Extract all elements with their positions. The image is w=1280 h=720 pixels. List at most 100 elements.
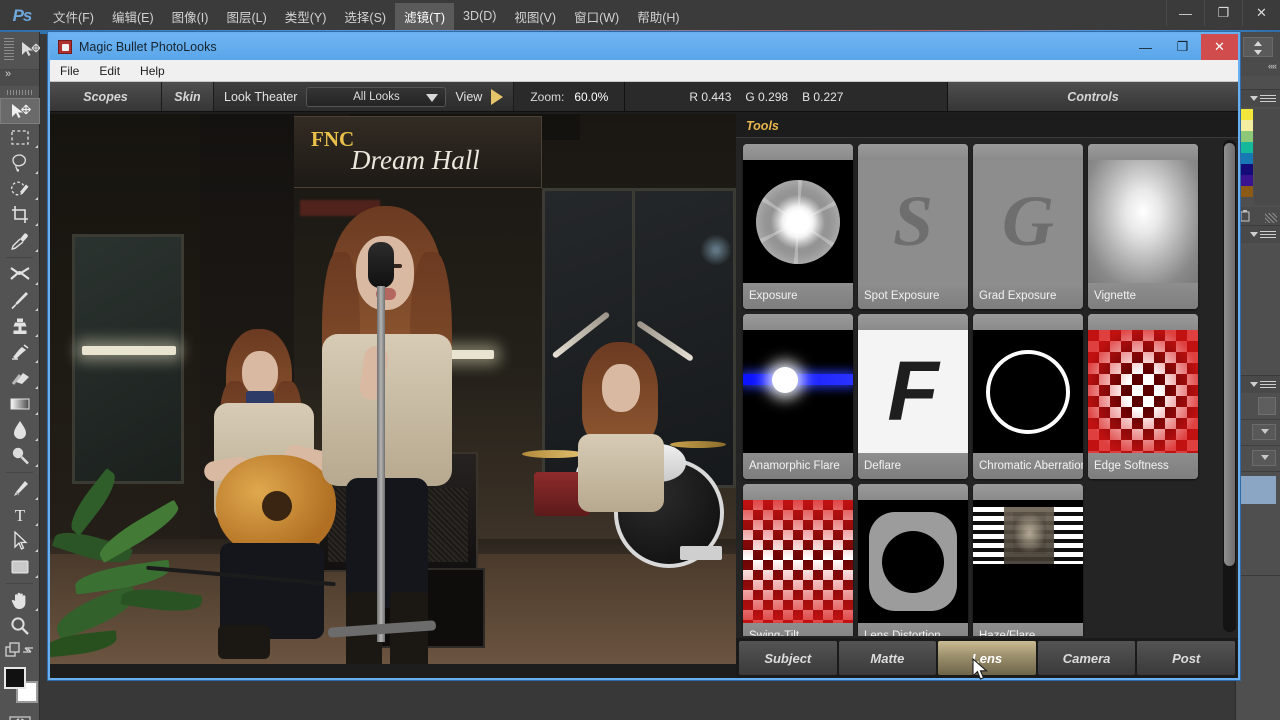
- dodge-tool[interactable]: [0, 443, 40, 469]
- type-tool[interactable]: T: [0, 502, 40, 528]
- move-tool[interactable]: [0, 98, 40, 124]
- foreground-color-swatch[interactable]: [4, 667, 26, 689]
- history-brush-tool[interactable]: [0, 339, 40, 365]
- scopes-button[interactable]: Scopes: [50, 82, 162, 111]
- layers-panel[interactable]: [1236, 376, 1280, 576]
- toolbar-grip[interactable]: [0, 86, 39, 98]
- photolooks-maximize-button[interactable]: ❐: [1164, 34, 1201, 60]
- svg-text:T: T: [15, 506, 26, 524]
- eyedropper-tool[interactable]: [0, 228, 40, 254]
- zoom-value: 60.0%: [574, 89, 609, 104]
- tile-thumbnail: [1088, 330, 1198, 453]
- ps-menu-item-7[interactable]: 3D(D): [454, 5, 505, 27]
- panels-collapse-button[interactable]: [1236, 61, 1280, 76]
- menu-file[interactable]: File: [50, 62, 89, 80]
- ps-menu-item-6[interactable]: 滤镜(T): [395, 2, 455, 30]
- brush-tool[interactable]: [0, 287, 40, 313]
- layer-row-1[interactable]: [1236, 419, 1280, 445]
- ps-close-button[interactable]: ✕: [1242, 0, 1280, 26]
- swatches-strip[interactable]: [1236, 107, 1280, 207]
- ps-maximize-button[interactable]: ❐: [1204, 0, 1242, 26]
- tab-camera[interactable]: Camera: [1037, 641, 1136, 675]
- color-panel[interactable]: [1236, 90, 1280, 226]
- skin-button[interactable]: Skin: [162, 82, 214, 111]
- tool-tile-chromatic-aberration[interactable]: Chromatic Aberration: [973, 314, 1083, 479]
- screen: Ps 文件(F) 编辑(E) 图像(I) 图层(L) 类型(Y) 选择(S) 滤镜(T) 3D…: [0, 0, 1280, 720]
- image-preview[interactable]: FNC Dream Hall: [50, 114, 736, 664]
- ps-menu-item-0[interactable]: 文件(F): [44, 3, 103, 30]
- ps-menu-item-10[interactable]: 帮助(H): [628, 3, 688, 30]
- play-triangle-icon[interactable]: [491, 88, 504, 105]
- menu-edit[interactable]: Edit: [89, 62, 130, 80]
- tab-post[interactable]: Post: [1137, 641, 1235, 675]
- adjustments-panel-header[interactable]: [1236, 226, 1280, 243]
- ps-menu-item-1[interactable]: 编辑(E): [103, 3, 163, 30]
- tile-label: Anamorphic Flare: [743, 453, 853, 479]
- adjustments-panel[interactable]: [1236, 226, 1280, 376]
- tools-panel-title: Tools: [746, 118, 779, 133]
- ps-menu-item-3[interactable]: 图层(L): [217, 3, 275, 30]
- zoom-label: Zoom:: [530, 89, 565, 104]
- panel-stepper[interactable]: [1236, 32, 1280, 62]
- tools-scrollbar[interactable]: [1223, 140, 1236, 632]
- menu-help[interactable]: Help: [130, 62, 175, 80]
- tool-tile-vignette[interactable]: Vignette: [1088, 144, 1198, 309]
- tool-tile-haze-flare[interactable]: Haze/Flare: [973, 484, 1083, 636]
- rgb-readout: R 0.443 G 0.298 B 0.227: [625, 82, 948, 111]
- photolooks-titlebar[interactable]: Magic Bullet PhotoLooks — ❐ ✕: [50, 34, 1238, 60]
- layer-row-2[interactable]: [1236, 445, 1280, 471]
- microphone: [368, 242, 394, 288]
- ps-menu-item-8[interactable]: 视图(V): [505, 3, 565, 30]
- marquee-tool[interactable]: [0, 124, 40, 150]
- ps-menu-item-2[interactable]: 图像(I): [163, 3, 218, 30]
- tile-label: Exposure: [743, 283, 853, 309]
- controls-button[interactable]: Controls: [948, 82, 1238, 111]
- photolooks-window: Magic Bullet PhotoLooks — ❐ ✕ File Edit …: [48, 32, 1240, 680]
- shape-tool[interactable]: [0, 554, 40, 580]
- ps-menu-item-4[interactable]: 类型(Y): [276, 3, 336, 30]
- tool-tile-edge-softness[interactable]: Edge Softness: [1088, 314, 1198, 479]
- tools-scrollbar-thumb[interactable]: [1224, 143, 1235, 567]
- blur-tool[interactable]: [0, 417, 40, 443]
- layers-thumb-row: [1236, 393, 1280, 419]
- look-select[interactable]: All Looks: [306, 86, 447, 107]
- tool-tile-grad-exposure[interactable]: G Grad Exposure: [973, 144, 1083, 309]
- toolbar-collapse-button[interactable]: [0, 68, 39, 86]
- photolooks-minimize-button[interactable]: —: [1127, 34, 1164, 60]
- gradient-tool[interactable]: [0, 391, 40, 417]
- tool-presets-row[interactable]: [0, 639, 39, 661]
- layer-row-selected[interactable]: [1236, 471, 1280, 505]
- crop-tool[interactable]: [0, 202, 40, 228]
- venue-sign: FNC Dream Hall: [292, 116, 542, 188]
- photoshop-logo: Ps: [12, 6, 33, 25]
- ps-menu-item-9[interactable]: 窗口(W): [565, 3, 628, 30]
- ps-menu-item-5[interactable]: 选择(S): [335, 3, 395, 30]
- quick-mask-toggle[interactable]: [0, 711, 40, 720]
- tab-subject[interactable]: Subject: [739, 641, 837, 675]
- eraser-tool[interactable]: [0, 365, 40, 391]
- zoom-tool[interactable]: [0, 613, 40, 639]
- tab-matte[interactable]: Matte: [838, 641, 937, 675]
- healing-brush-tool[interactable]: [0, 261, 40, 287]
- tile-thumbnail: G: [973, 160, 1083, 283]
- tool-tile-spot-exposure[interactable]: S Spot Exposure: [858, 144, 968, 309]
- lasso-tool[interactable]: [0, 150, 40, 176]
- tool-tile-lens-distortion[interactable]: Lens Distortion: [858, 484, 968, 636]
- photolooks-close-button[interactable]: ✕: [1201, 34, 1238, 60]
- clone-stamp-tool[interactable]: [0, 313, 40, 339]
- path-selection-tool[interactable]: [0, 528, 40, 554]
- hand-tool[interactable]: [0, 587, 40, 613]
- layers-panel-header[interactable]: [1236, 376, 1280, 393]
- color-panel-header[interactable]: [1236, 90, 1280, 107]
- color-swatches[interactable]: [0, 665, 40, 711]
- ps-minimize-button[interactable]: —: [1166, 0, 1204, 26]
- toolbar-divider: [6, 257, 33, 258]
- tile-top-bar: [743, 484, 853, 500]
- pen-tool[interactable]: [0, 476, 40, 502]
- tile-top-bar: [743, 144, 853, 160]
- quick-selection-tool[interactable]: [0, 176, 40, 202]
- tool-tile-anamorphic-flare[interactable]: Anamorphic Flare: [743, 314, 853, 479]
- tool-tile-swing-tilt[interactable]: Swing-Tilt: [743, 484, 853, 636]
- tool-tile-deflare[interactable]: F Deflare: [858, 314, 968, 479]
- tool-tile-exposure[interactable]: Exposure: [743, 144, 853, 309]
